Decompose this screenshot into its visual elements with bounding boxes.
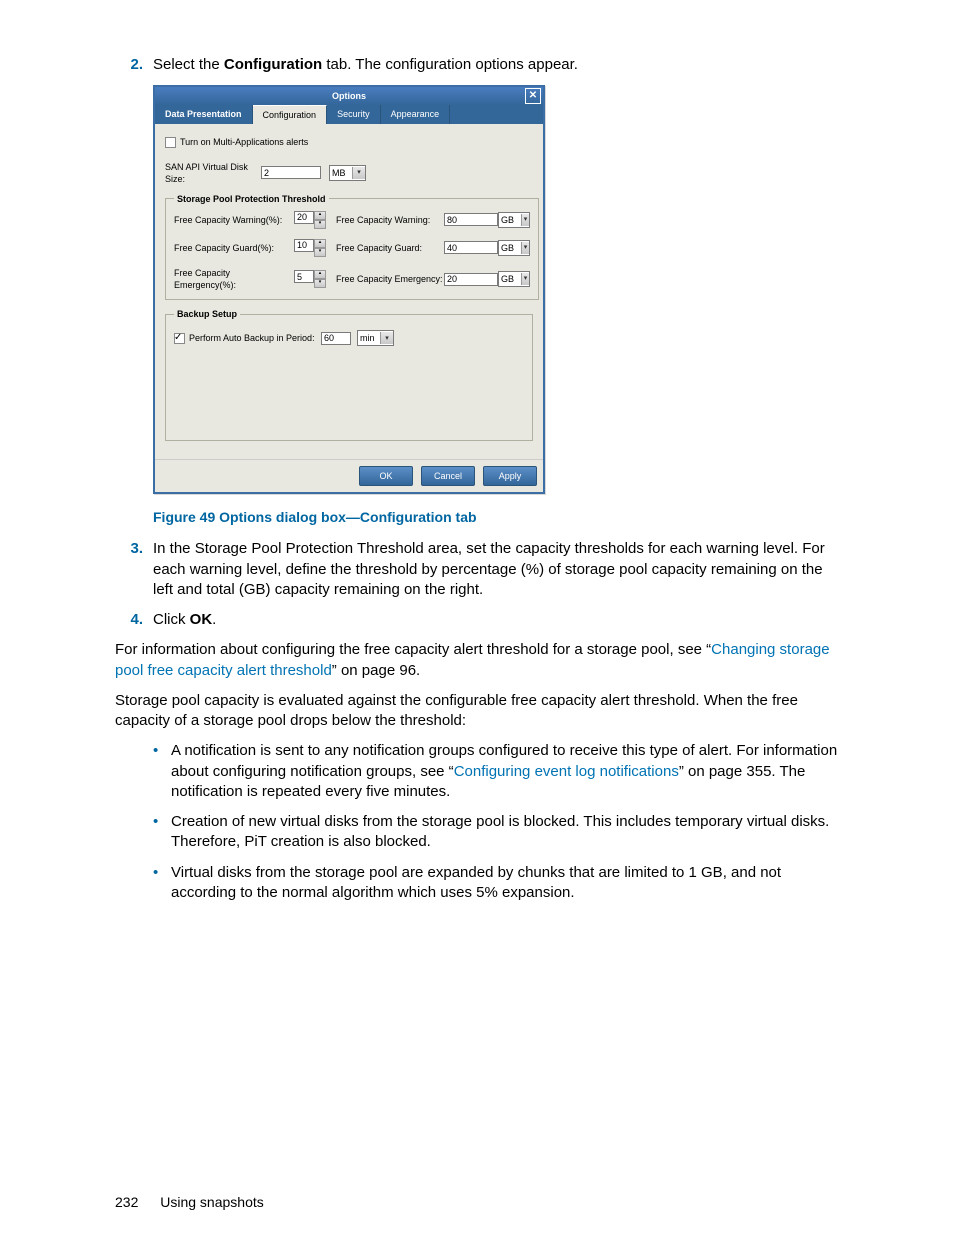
- step-2-text: Select the Configuration tab. The config…: [153, 55, 839, 75]
- vdisk-size-label: SAN API Virtual Disk Size:: [165, 161, 261, 185]
- tab-data-presentation[interactable]: Data Presentation: [155, 105, 253, 124]
- ok-button[interactable]: OK: [359, 466, 413, 486]
- warn-unit-select[interactable]: GB▾: [498, 212, 530, 228]
- page-footer: 232 Using snapshots: [115, 1193, 839, 1212]
- guard-label: Free Capacity Guard:: [336, 242, 444, 254]
- warn-label: Free Capacity Warning:: [336, 214, 444, 226]
- bullet-2: Creation of new virtual disks from the s…: [153, 812, 839, 853]
- tab-configuration[interactable]: Configuration: [253, 105, 328, 124]
- backup-legend: Backup Setup: [174, 308, 240, 320]
- emer-pct-spinner[interactable]: ▴▾: [294, 270, 336, 288]
- vdisk-size-input[interactable]: [261, 166, 321, 179]
- guard-pct-spinner[interactable]: ▴▾: [294, 239, 336, 257]
- threshold-group: Storage Pool Protection Threshold Free C…: [165, 193, 539, 300]
- step-2-number: 2.: [115, 55, 143, 75]
- vdisk-unit-select[interactable]: MB▾: [329, 165, 366, 181]
- step-4-text: Click OK.: [153, 610, 839, 630]
- close-icon[interactable]: ✕: [525, 88, 541, 104]
- bullet-1: A notification is sent to any notificati…: [153, 741, 839, 802]
- backup-group: Backup Setup Perform Auto Backup in Peri…: [165, 308, 533, 441]
- tab-strip: Data Presentation Configuration Security…: [155, 105, 543, 124]
- guard-pct-label: Free Capacity Guard(%):: [174, 242, 294, 254]
- paragraph-eval: Storage pool capacity is evaluated again…: [115, 691, 839, 732]
- cancel-button[interactable]: Cancel: [421, 466, 475, 486]
- warn-input[interactable]: [444, 213, 498, 226]
- bullet-list: A notification is sent to any notificati…: [115, 741, 839, 903]
- backup-label: Perform Auto Backup in Period:: [189, 332, 321, 344]
- step-4: 4. Click OK.: [115, 610, 839, 630]
- warn-pct-label: Free Capacity Warning(%):: [174, 214, 294, 226]
- step-3: 3. In the Storage Pool Protection Thresh…: [115, 539, 839, 600]
- threshold-legend: Storage Pool Protection Threshold: [174, 193, 329, 205]
- tab-appearance[interactable]: Appearance: [381, 105, 451, 124]
- step-4-number: 4.: [115, 610, 143, 630]
- guard-unit-select[interactable]: GB▾: [498, 240, 530, 256]
- dialog-footer: OK Cancel Apply: [155, 459, 543, 492]
- step-3-text: In the Storage Pool Protection Threshold…: [153, 539, 839, 600]
- dialog-title: Options: [332, 91, 366, 101]
- backup-period-input[interactable]: [321, 332, 351, 345]
- chevron-down-icon: ▾: [352, 167, 365, 179]
- section-title: Using snapshots: [160, 1194, 264, 1210]
- figure-caption: Figure 49 Options dialog box—Configurati…: [153, 508, 839, 527]
- bullet-3: Virtual disks from the storage pool are …: [153, 863, 839, 904]
- warn-pct-spinner[interactable]: ▴▾: [294, 211, 336, 229]
- step-2: 2. Select the Configuration tab. The con…: [115, 55, 839, 75]
- dialog-titlebar: Options ✕: [155, 87, 543, 105]
- backup-unit-select[interactable]: min▾: [357, 330, 394, 346]
- link-event-log[interactable]: Configuring event log notifications: [454, 763, 679, 780]
- emer-pct-label: Free Capacity Emergency(%):: [174, 267, 294, 291]
- page-number: 232: [115, 1193, 138, 1212]
- guard-input[interactable]: [444, 241, 498, 254]
- backup-checkbox[interactable]: [174, 333, 185, 344]
- options-dialog: Options ✕ Data Presentation Configuratio…: [153, 85, 545, 494]
- apply-button[interactable]: Apply: [483, 466, 537, 486]
- dialog-body: Turn on Multi-Applications alerts SAN AP…: [155, 124, 543, 459]
- emer-input[interactable]: [444, 273, 498, 286]
- tab-security[interactable]: Security: [327, 105, 381, 124]
- multiapp-checkbox[interactable]: [165, 137, 176, 148]
- emer-unit-select[interactable]: GB▾: [498, 271, 530, 287]
- step-3-number: 3.: [115, 539, 143, 600]
- emer-label: Free Capacity Emergency:: [336, 273, 444, 285]
- multiapp-label: Turn on Multi-Applications alerts: [180, 136, 308, 148]
- paragraph-see-also: For information about configuring the fr…: [115, 640, 839, 681]
